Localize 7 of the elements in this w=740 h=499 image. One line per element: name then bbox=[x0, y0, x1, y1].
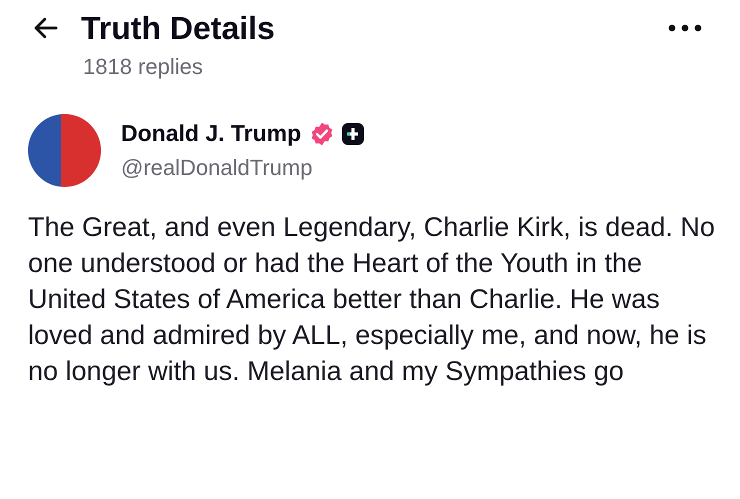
post-text: The Great, and even Legendary, Charlie Kirk, is dead. No one understood or had the Heart of the Youth in the United States of America better than Charlie. He was loved and admired by ALL, especially me, and now, he is no longer with us. Melania and my Sympathies go bbox=[28, 211, 716, 388]
plus-badge-icon bbox=[341, 122, 366, 146]
author-handle[interactable]: @realDonaldTrump bbox=[121, 155, 366, 181]
author-name[interactable]: Donald J. Trump bbox=[121, 120, 302, 147]
page-title: Truth Details bbox=[81, 10, 275, 46]
reply-count: 1818 replies bbox=[83, 54, 204, 80]
more-options-icon[interactable] bbox=[668, 24, 702, 32]
